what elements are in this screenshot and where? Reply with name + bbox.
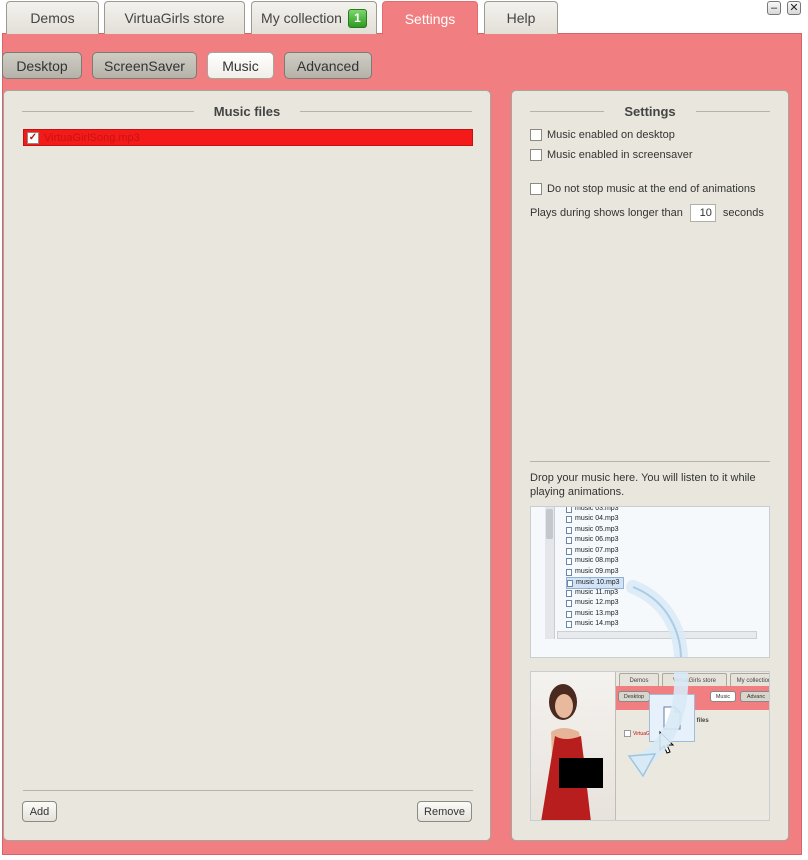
settings-panel: Settings Music enabled on desktop Music …: [511, 90, 789, 841]
minimize-button[interactable]: –: [767, 1, 781, 15]
music-desktop-label: Music enabled on desktop: [547, 129, 675, 141]
drag-source-illustration: music 03.mp3 music 04.mp3 music 05.mp3 m…: [530, 506, 770, 658]
plays-duration-row: Plays during shows longer than 10 second…: [530, 204, 764, 222]
tab-label: My collection: [261, 10, 342, 26]
tab-my-collection[interactable]: My collection 1: [251, 1, 377, 34]
tab-label: VirtuaGirls store: [124, 10, 225, 26]
tab-label: Help: [506, 10, 536, 26]
subtab-music[interactable]: Music: [207, 52, 274, 79]
file-checkbox[interactable]: ✓: [27, 131, 39, 144]
no-stop-option[interactable]: Do not stop music at the end of animatio…: [530, 183, 756, 195]
music-files-header: Music files: [4, 102, 490, 120]
subtab-label: Music: [222, 57, 259, 74]
close-button[interactable]: ✕: [787, 1, 801, 15]
tab-label: Settings: [404, 10, 456, 27]
music-files-panel: Music files ✓ VirtuaGirlSong.mp3 Add Rem…: [3, 90, 491, 841]
subtab-label: Advanced: [296, 57, 360, 74]
music-desktop-checkbox[interactable]: [530, 129, 542, 141]
subtab-label: ScreenSaver: [104, 57, 185, 74]
drop-hint-text: Drop your music here. You will listen to…: [530, 472, 756, 498]
music-screensaver-label: Music enabled in screensaver: [547, 149, 693, 161]
close-icon: ✕: [789, 2, 799, 14]
settings-divider: [530, 461, 770, 462]
music-file-row[interactable]: ✓ VirtuaGirlSong.mp3: [23, 129, 473, 146]
music-files-title: Music files: [213, 103, 281, 119]
tab-label: Demos: [30, 10, 75, 26]
bottom-divider: [23, 790, 473, 791]
plays-label: Plays during shows longer than: [530, 207, 683, 219]
settings-title: Settings: [624, 103, 676, 119]
tab-settings[interactable]: Settings: [382, 1, 478, 35]
tab-help[interactable]: Help: [484, 1, 558, 34]
remove-label: Remove: [424, 805, 465, 818]
subtab-advanced[interactable]: Advanced: [284, 52, 372, 79]
add-button[interactable]: Add: [22, 801, 57, 822]
subtab-label: Desktop: [16, 57, 68, 74]
add-label: Add: [29, 805, 50, 818]
settings-header: Settings: [512, 102, 788, 120]
no-stop-checkbox[interactable]: [530, 183, 542, 195]
drop-arrow-icon: [627, 672, 689, 778]
music-desktop-option[interactable]: Music enabled on desktop: [530, 129, 675, 141]
music-screensaver-option[interactable]: Music enabled in screensaver: [530, 149, 693, 161]
drop-target-illustration: Demos VirtuaGirls store My collection De…: [530, 671, 770, 821]
collection-count-badge: 1: [347, 8, 367, 28]
tab-virtuagirls-store[interactable]: VirtuaGirls store: [104, 1, 245, 34]
seconds-input[interactable]: 10: [689, 204, 716, 222]
tab-demos[interactable]: Demos: [6, 1, 99, 34]
music-screensaver-checkbox[interactable]: [530, 149, 542, 161]
remove-button[interactable]: Remove: [417, 801, 472, 822]
file-name: VirtuaGirlSong.mp3: [44, 131, 140, 144]
no-stop-label: Do not stop music at the end of animatio…: [547, 183, 756, 195]
drag-arrow-icon: [626, 580, 688, 657]
subtab-screensaver[interactable]: ScreenSaver: [92, 52, 197, 79]
seconds-label: seconds: [722, 207, 764, 219]
minimize-icon: –: [770, 2, 778, 14]
subtab-desktop[interactable]: Desktop: [2, 52, 82, 79]
